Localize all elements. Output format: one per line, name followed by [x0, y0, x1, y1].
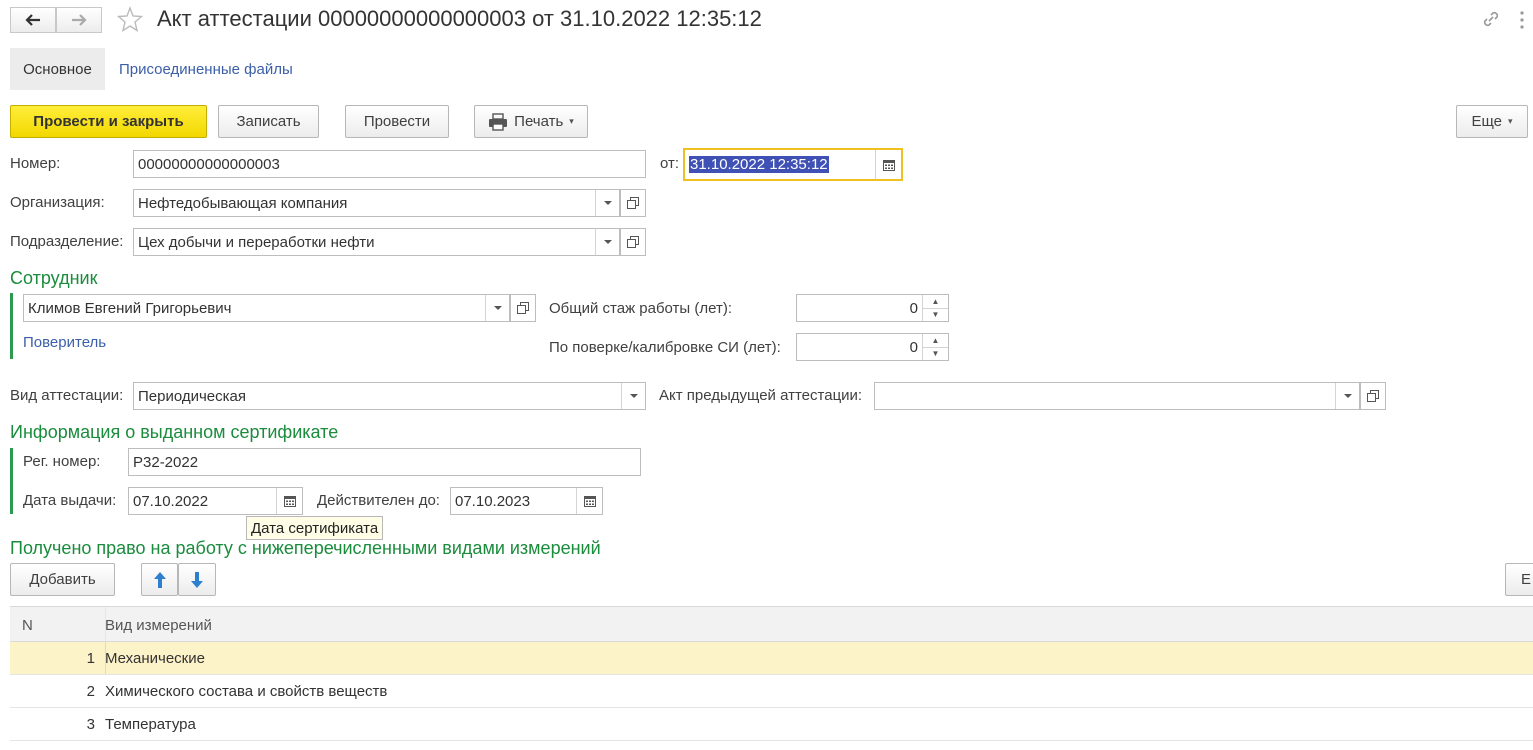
arrow-up-icon	[153, 571, 166, 588]
forward-button[interactable]	[56, 7, 102, 33]
issue-date-label: Дата выдачи:	[23, 492, 117, 509]
chevron-down-icon: ▾	[569, 116, 574, 126]
row-number: 2	[86, 683, 95, 700]
valid-until-value: 07.10.2023	[455, 492, 531, 510]
section-divider	[10, 293, 13, 359]
open-prev-act-button[interactable]	[1360, 382, 1386, 410]
save-button[interactable]: Записать	[218, 105, 319, 138]
reg-label: Рег. номер:	[23, 453, 101, 470]
tooltip: Дата сертификата	[246, 516, 384, 540]
back-button[interactable]	[10, 7, 56, 33]
number-label: Номер:	[10, 155, 61, 172]
row-type: Температура	[105, 716, 196, 733]
more-label: Еще	[1471, 113, 1502, 130]
att-type-label: Вид аттестации:	[10, 387, 124, 404]
move-down-button[interactable]	[178, 563, 216, 596]
row-number: 3	[86, 716, 95, 733]
section-divider	[10, 448, 13, 514]
table-row[interactable]: 1 Механические	[10, 642, 1533, 675]
calendar-icon[interactable]	[875, 150, 901, 179]
row-number: 1	[86, 650, 95, 667]
dropdown-icon[interactable]	[1335, 383, 1359, 409]
date-value: 31.10.2022 12:35:12	[689, 156, 829, 173]
issue-date-value: 07.10.2022	[133, 492, 209, 510]
move-up-button[interactable]	[141, 563, 178, 596]
dropdown-icon[interactable]	[621, 383, 645, 409]
column-header-type[interactable]: Вид измерений	[105, 617, 212, 634]
valid-until-field[interactable]: 07.10.2023	[450, 487, 603, 515]
calendar-icon[interactable]	[576, 488, 602, 514]
measurements-section-title: Получено право на работу с нижеперечисле…	[10, 538, 601, 558]
dept-value: Цех добычи и переработки нефти	[138, 233, 375, 251]
add-button[interactable]: Добавить	[10, 563, 115, 596]
page-title: Акт аттестации 00000000000000003 от 31.1…	[157, 6, 762, 31]
table-row[interactable]: 3 Температура	[10, 708, 1533, 741]
post-button[interactable]: Провести	[345, 105, 449, 138]
org-value: Нефтедобывающая компания	[138, 194, 348, 212]
prev-act-label: Акт предыдущей аттестации:	[659, 387, 863, 404]
chevron-down-icon: ▾	[1508, 116, 1513, 126]
spin-buttons[interactable]: ▲ ▼	[922, 295, 948, 321]
dropdown-icon[interactable]	[485, 295, 509, 321]
dropdown-icon[interactable]	[595, 190, 619, 216]
employee-field[interactable]: Климов Евгений Григорьевич	[23, 294, 510, 322]
valid-until-label: Действителен до:	[317, 492, 440, 509]
open-icon	[627, 197, 639, 209]
org-label: Организация:	[10, 194, 105, 211]
prev-act-field[interactable]	[874, 382, 1360, 410]
issue-date-field[interactable]: 07.10.2022	[128, 487, 303, 515]
total-exp-field[interactable]: 0 ▲ ▼	[796, 294, 949, 322]
table-more-button[interactable]: Е	[1505, 563, 1533, 596]
reg-field[interactable]: Р32-2022	[128, 448, 641, 476]
dept-label: Подразделение:	[10, 233, 124, 250]
calendar-icon[interactable]	[276, 488, 302, 514]
calib-exp-field[interactable]: 0 ▲ ▼	[796, 333, 949, 361]
date-field[interactable]: 31.10.2022 12:35:12	[683, 148, 903, 181]
arrow-left-icon	[25, 14, 40, 26]
att-type-field[interactable]: Периодическая	[133, 382, 646, 410]
reg-value: Р32-2022	[133, 453, 199, 471]
number-value: 00000000000000003	[138, 155, 280, 173]
calib-exp-value: 0	[909, 338, 918, 356]
row-type: Химического состава и свойств веществ	[105, 683, 388, 700]
table-header: N Вид измерений	[10, 606, 1533, 642]
att-type-value: Периодическая	[138, 387, 247, 405]
calib-exp-label: По поверке/калибровке СИ (лет):	[549, 339, 781, 356]
tab-attached-files[interactable]: Присоединенные файлы	[119, 61, 293, 78]
table-row[interactable]: 2 Химического состава и свойств веществ	[10, 675, 1533, 708]
date-label: от:	[660, 155, 680, 172]
printer-icon	[489, 112, 508, 131]
print-button[interactable]: Печать ▾	[474, 105, 588, 138]
column-header-n[interactable]: N	[22, 617, 33, 634]
certificate-section-title: Информация о выданном сертификате	[10, 422, 339, 442]
arrow-right-icon	[72, 14, 87, 26]
more-vertical-icon[interactable]	[1519, 10, 1525, 34]
open-icon	[517, 302, 529, 314]
org-field[interactable]: Нефтедобывающая компания	[133, 189, 620, 217]
favorite-star-icon[interactable]	[116, 6, 144, 36]
more-button[interactable]: Еще ▾	[1456, 105, 1528, 138]
open-icon	[1367, 390, 1379, 402]
employee-value: Климов Евгений Григорьевич	[28, 299, 232, 317]
open-dept-button[interactable]	[620, 228, 646, 256]
employee-role-link[interactable]: Поверитель	[23, 334, 106, 351]
spin-buttons[interactable]: ▲ ▼	[922, 334, 948, 360]
row-type: Механические	[105, 650, 205, 667]
number-field[interactable]: 00000000000000003	[133, 150, 646, 178]
employee-section-title: Сотрудник	[10, 268, 98, 288]
print-label: Печать	[514, 113, 564, 130]
link-icon[interactable]	[1481, 9, 1501, 33]
open-icon	[627, 236, 639, 248]
open-org-button[interactable]	[620, 189, 646, 217]
arrow-down-icon	[191, 571, 203, 588]
total-exp-value: 0	[909, 299, 918, 317]
open-employee-button[interactable]	[510, 294, 536, 322]
dropdown-icon[interactable]	[595, 229, 619, 255]
post-and-close-button[interactable]: Провести и закрыть	[10, 105, 207, 138]
tab-main[interactable]: Основное	[10, 48, 105, 90]
dept-field[interactable]: Цех добычи и переработки нефти	[133, 228, 620, 256]
total-exp-label: Общий стаж работы (лет):	[549, 300, 733, 317]
